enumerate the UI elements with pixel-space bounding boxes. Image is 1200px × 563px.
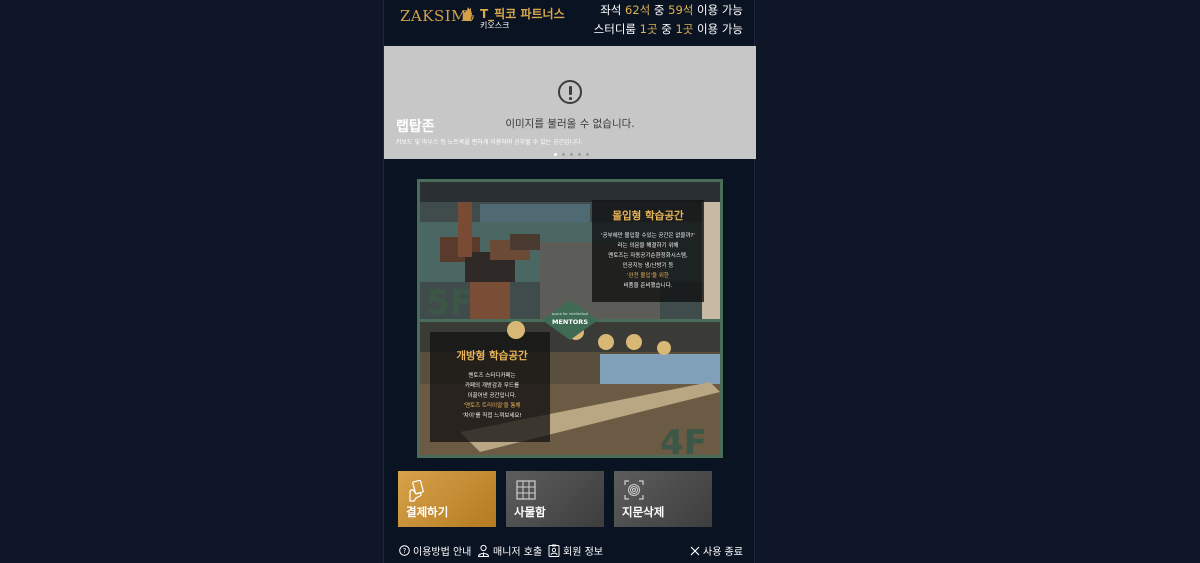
locker-button[interactable]: 사물함 <box>506 471 604 527</box>
promo-line: '공부에만 몰입할 수있는 공간은 없을까?' <box>601 233 695 239</box>
locker-label: 사물함 <box>514 505 546 519</box>
member-id-icon <box>548 544 560 557</box>
promo-line: '멘토즈 트리이얼'을 통해 <box>463 403 521 409</box>
carousel-dot[interactable] <box>554 153 557 156</box>
promo-image: 5F 4F space for intellectual MENTORS 몰입형… <box>417 179 723 458</box>
exit-button[interactable]: 사용 종료 <box>690 543 743 558</box>
promo-top-title: 몰입형 학습공간 <box>612 210 684 222</box>
brand-name: MENTORS <box>552 318 588 326</box>
brand-logo: ZAKSIM <box>400 7 468 25</box>
promo-line: 라는 의문을 해결하기 위해 <box>617 243 679 249</box>
floor-5f-label: 5F <box>426 283 473 323</box>
promo-line: 멘토즈 스터디카페는 <box>468 373 516 379</box>
carousel-dot[interactable] <box>586 153 589 156</box>
pay-button[interactable]: 결제하기 <box>398 471 496 527</box>
promo-line: '완전 몰입'을 위한 <box>627 273 669 279</box>
seat-available: 59석 <box>668 3 694 17</box>
kiosk-screen: ZAKSIM T_픽코 파트너스 키오스크 좌석 62석 중 59석 이용 가능… <box>383 0 756 563</box>
fingerprint-delete-button[interactable]: 지문삭제 <box>614 471 712 527</box>
promo-top-text: 몰입형 학습공간 '공부에만 몰입할 수있는 공간은 없을까?' 라는 의문을 … <box>592 208 704 291</box>
promo-line: 멘토즈는 자동공기순환정화시스템, <box>608 253 688 259</box>
room-total: 1곳 <box>639 22 658 36</box>
seat-mid: 중 <box>650 3 669 17</box>
manager-icon <box>477 544 490 557</box>
guide-label: 이용방법 안내 <box>413 547 472 558</box>
carousel-dots <box>554 153 589 156</box>
brand-subtitle: space for intellectual <box>552 312 589 316</box>
seat-availability: 좌석 62석 중 59석 이용 가능 <box>600 2 743 18</box>
pay-label: 결제하기 <box>406 505 449 519</box>
carousel-dot[interactable] <box>562 153 565 156</box>
member-label: 회원 정보 <box>563 547 603 558</box>
header: ZAKSIM T_픽코 파트너스 키오스크 좌석 62석 중 59석 이용 가능… <box>384 0 756 46</box>
floor-4f-label: 4F <box>660 423 707 455</box>
alert-icon <box>558 80 582 104</box>
cat-logo-icon <box>462 7 474 22</box>
image-error-message: 이미지를 불러올 수 없습니다. <box>505 118 635 130</box>
promo-line: 카페의 개방감과 무드를 <box>464 383 520 389</box>
fingerprint-icon <box>624 480 644 500</box>
room-availability: 스터디룸 1곳 중 1곳 이용 가능 <box>594 21 743 37</box>
svg-text:?: ? <box>403 547 407 555</box>
carousel-dot[interactable] <box>570 153 573 156</box>
store-subtitle: 키오스크 <box>480 21 510 30</box>
room-suffix: 이용 가능 <box>693 22 743 36</box>
room-label: 스터디룸 <box>593 22 640 36</box>
seat-label: 좌석 <box>600 3 626 17</box>
member-info-link[interactable]: 회원 정보 <box>548 543 603 558</box>
banner-title: 랩탑존 <box>396 119 435 135</box>
carousel-dot[interactable] <box>578 153 581 156</box>
promo-bottom-text: 개방형 학습공간 멘토즈 스터디카페는 카페의 개방감과 무드를 이끌어낸 공간… <box>434 348 550 421</box>
banner-carousel[interactable]: 이미지를 불러올 수 없습니다. 랩탑존 키보드 및 마우스 등 노트북을 편하… <box>384 46 756 159</box>
promo-line: 인공지능 냉/난방기 등 <box>622 263 674 269</box>
seat-suffix: 이용 가능 <box>693 3 743 17</box>
fingerprint-label: 지문삭제 <box>622 505 665 519</box>
promo-line: 이끌어낸 공간입니다. <box>467 393 517 399</box>
help-circle-icon: ? <box>399 545 410 556</box>
close-icon <box>690 546 700 555</box>
promo-line: 비품을 준비했습니다. <box>623 283 673 289</box>
room-mid: 중 <box>657 22 676 36</box>
hand-card-icon <box>409 480 424 502</box>
manager-label: 매니저 호출 <box>493 547 543 558</box>
locker-icon <box>516 480 536 500</box>
footer-bar: ? 이용방법 안내 매니저 호출 회원 정보 사용 종료 <box>384 543 756 559</box>
guide-link[interactable]: ? 이용방법 안내 <box>399 543 471 558</box>
exit-label: 사용 종료 <box>703 547 743 558</box>
room-available: 1곳 <box>675 22 694 36</box>
promo-bottom-title: 개방형 학습공간 <box>456 350 528 362</box>
banner-description: 키보드 및 마우스 등 노트북을 편하게 이용하며 공부할 수 있는 공간입니다… <box>396 139 583 146</box>
seat-total: 62석 <box>625 3 651 17</box>
promo-line: '차이'를 직접 느껴보세요! <box>462 413 522 419</box>
manager-call-link[interactable]: 매니저 호출 <box>477 543 542 558</box>
